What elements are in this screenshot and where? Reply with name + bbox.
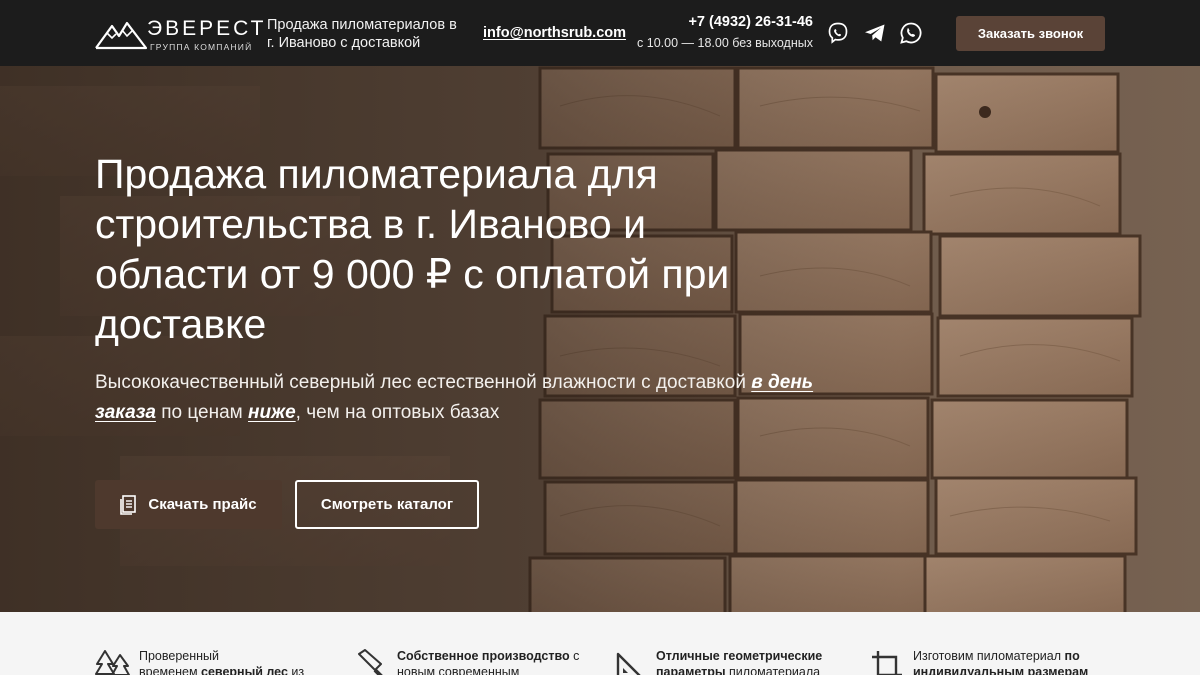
feature-line: временем xyxy=(139,665,202,675)
feature-bold: Собственное производство xyxy=(397,649,570,663)
logo-name: ЭВЕРЕСТ xyxy=(147,17,267,40)
telegram-icon[interactable] xyxy=(863,21,887,45)
feature-bold: по xyxy=(1064,649,1080,663)
features-strip: Проверенный временем северный лес из Соб… xyxy=(0,612,1200,675)
feature-line: с xyxy=(569,649,580,663)
phone-number[interactable]: +7 (4932) 26-31-46 xyxy=(640,14,813,30)
feature-bold: параметры xyxy=(656,665,726,675)
feature-text: Проверенный временем северный лес из xyxy=(139,648,304,675)
hero-section: Продажа пиломатериала для строительства … xyxy=(0,66,1200,612)
email-link[interactable]: info@northsrub.com xyxy=(483,25,626,41)
tagline-line-1: Продажа пиломатериалов в xyxy=(267,17,457,33)
feature-bold: Отличные геометрические xyxy=(656,649,823,663)
logo[interactable]: ЭВЕРЕСТ ГРУППА КОМПАНИЙ xyxy=(95,15,263,52)
working-hours: с 10.00 — 18.00 без выходных xyxy=(637,36,813,50)
feature-text: Отличные геометрические параметры пилома… xyxy=(656,648,822,675)
feature-line: пиломатериала xyxy=(725,665,821,675)
feature-bold: северный лес xyxy=(201,665,288,675)
mountain-logo-icon xyxy=(95,21,147,50)
feature-line: из xyxy=(287,665,305,675)
whatsapp-icon[interactable] xyxy=(899,21,923,45)
forest-icon xyxy=(95,650,130,675)
subtitle-text-3: , чем на оптовых базах xyxy=(295,402,500,423)
feature-text: Собственное производство с новым совреме… xyxy=(397,648,579,675)
download-price-button[interactable]: Скачать прайс xyxy=(95,480,282,529)
document-icon xyxy=(120,494,137,515)
site-header: ЭВЕРЕСТ ГРУППА КОМПАНИЙ Продажа пиломате… xyxy=(0,0,1200,66)
feature-line: Проверенный xyxy=(139,649,220,663)
feature-line: новым современным xyxy=(397,665,520,675)
subtitle-text-2: по ценам xyxy=(155,402,249,423)
feature-line: Изготовим пиломатериал xyxy=(913,649,1065,663)
subtitle-text-1: Высококачественный северный лес естестве… xyxy=(95,372,752,393)
feature-bold: индивидуальным размерам xyxy=(913,665,1089,675)
subtitle-highlight-lower: ниже xyxy=(248,402,296,423)
tagline-line-2: г. Иваново с доставкой xyxy=(267,35,421,51)
header-tagline: Продажа пиломатериалов в г. Иваново с до… xyxy=(267,16,467,52)
hero-title: Продажа пиломатериала для строительства … xyxy=(95,151,730,347)
hero-subtitle: Высококачественный северный лес естестве… xyxy=(95,368,835,428)
download-price-label: Скачать прайс xyxy=(148,496,257,513)
request-call-button[interactable]: Заказать звонок xyxy=(956,16,1105,51)
view-catalog-button[interactable]: Смотреть каталог xyxy=(295,480,479,529)
ruler-triangle-icon xyxy=(616,652,641,675)
feature-text: Изготовим пиломатериал по индивидуальным… xyxy=(913,648,1088,675)
logo-subtitle: ГРУППА КОМПАНИЙ xyxy=(150,42,253,52)
crop-icon xyxy=(872,651,902,675)
saw-icon xyxy=(358,649,383,675)
viber-icon[interactable] xyxy=(826,21,850,45)
